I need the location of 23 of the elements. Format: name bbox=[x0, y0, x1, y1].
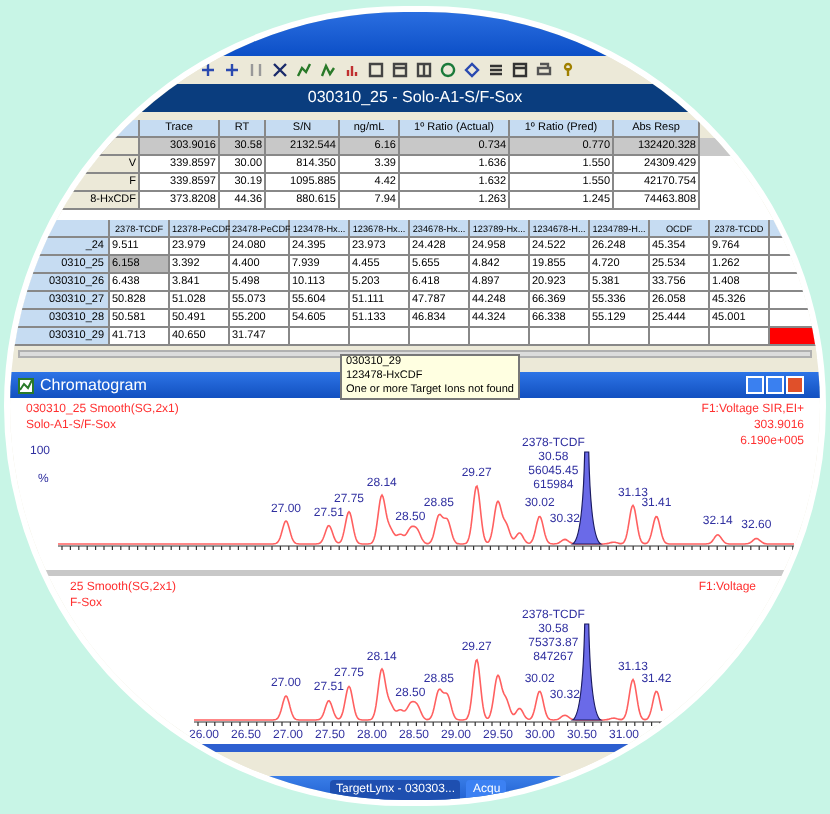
table-cell bbox=[590, 328, 650, 346]
table-cell bbox=[350, 328, 410, 346]
window-icon[interactable] bbox=[368, 62, 384, 78]
close-button[interactable] bbox=[786, 376, 804, 394]
document-title: 030310_25 - Solo-A1-S/F-Sox bbox=[307, 86, 523, 110]
chart-icon bbox=[18, 377, 34, 393]
table-cell bbox=[470, 328, 530, 346]
table-cell bbox=[650, 328, 710, 346]
window-icon[interactable] bbox=[512, 62, 528, 78]
printer-icon[interactable] bbox=[536, 62, 552, 78]
bar-chart-icon[interactable] bbox=[344, 62, 360, 78]
window-title: Chromatogram bbox=[40, 373, 147, 397]
maximize-button[interactable] bbox=[766, 376, 784, 394]
gem-icon[interactable] bbox=[464, 62, 480, 78]
table-cell bbox=[410, 328, 470, 346]
table-cell bbox=[530, 328, 590, 346]
table-cell bbox=[710, 328, 770, 346]
window-icon[interactable] bbox=[416, 62, 432, 78]
cross-icon[interactable] bbox=[272, 62, 288, 78]
window-icon[interactable] bbox=[392, 62, 408, 78]
list-icon[interactable] bbox=[488, 62, 504, 78]
minimize-button[interactable] bbox=[746, 376, 764, 394]
table-cell bbox=[290, 328, 350, 346]
